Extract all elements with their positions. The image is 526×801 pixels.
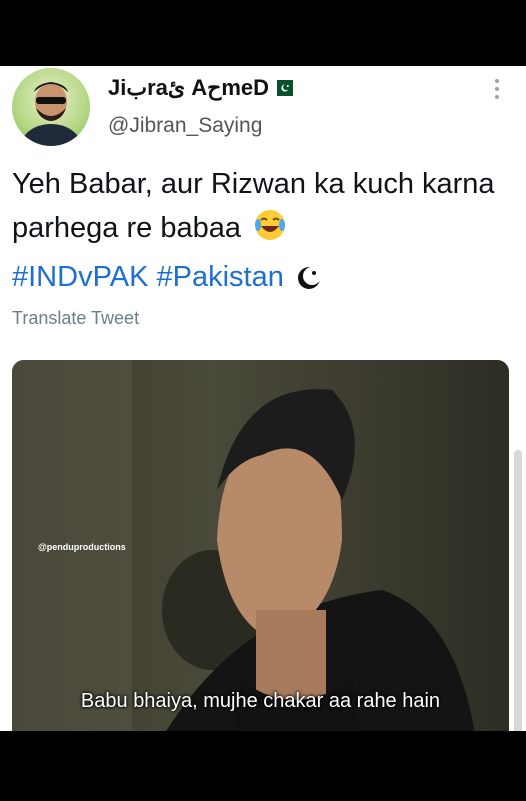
subtitle: Babu bhaiya, mujhe chakar aa rahe hain bbox=[80, 690, 441, 712]
translate-tweet-link[interactable]: Translate Tweet bbox=[12, 308, 139, 329]
avatar[interactable] bbox=[12, 68, 90, 146]
top-black-bar bbox=[0, 0, 526, 66]
tweet-text: Yeh Babar, aur Rizwan ka kuch karna parh… bbox=[12, 162, 512, 304]
avatar-image bbox=[21, 82, 81, 146]
more-dots-icon[interactable] bbox=[484, 74, 510, 104]
tweet-card: Jiبraئ AحmeD @Jibran_Saying Yeh Babar, a… bbox=[0, 66, 526, 797]
crescent-icon bbox=[296, 260, 322, 304]
author-handle[interactable]: @Jibran_Saying bbox=[108, 114, 293, 138]
author-block: Jiبraئ AحmeD @Jibran_Saying bbox=[108, 74, 293, 138]
laughing-emoji-icon bbox=[253, 208, 287, 255]
watermark: @penduproductions bbox=[38, 542, 126, 552]
author-name[interactable]: Jiبraئ AحmeD bbox=[108, 75, 269, 101]
bottom-black-bar bbox=[0, 731, 526, 801]
hashtags[interactable]: #INDvPAK #Pakistan bbox=[12, 261, 284, 293]
name-row: Jiبraئ AحmeD bbox=[108, 74, 293, 102]
flag-icon bbox=[277, 80, 293, 96]
